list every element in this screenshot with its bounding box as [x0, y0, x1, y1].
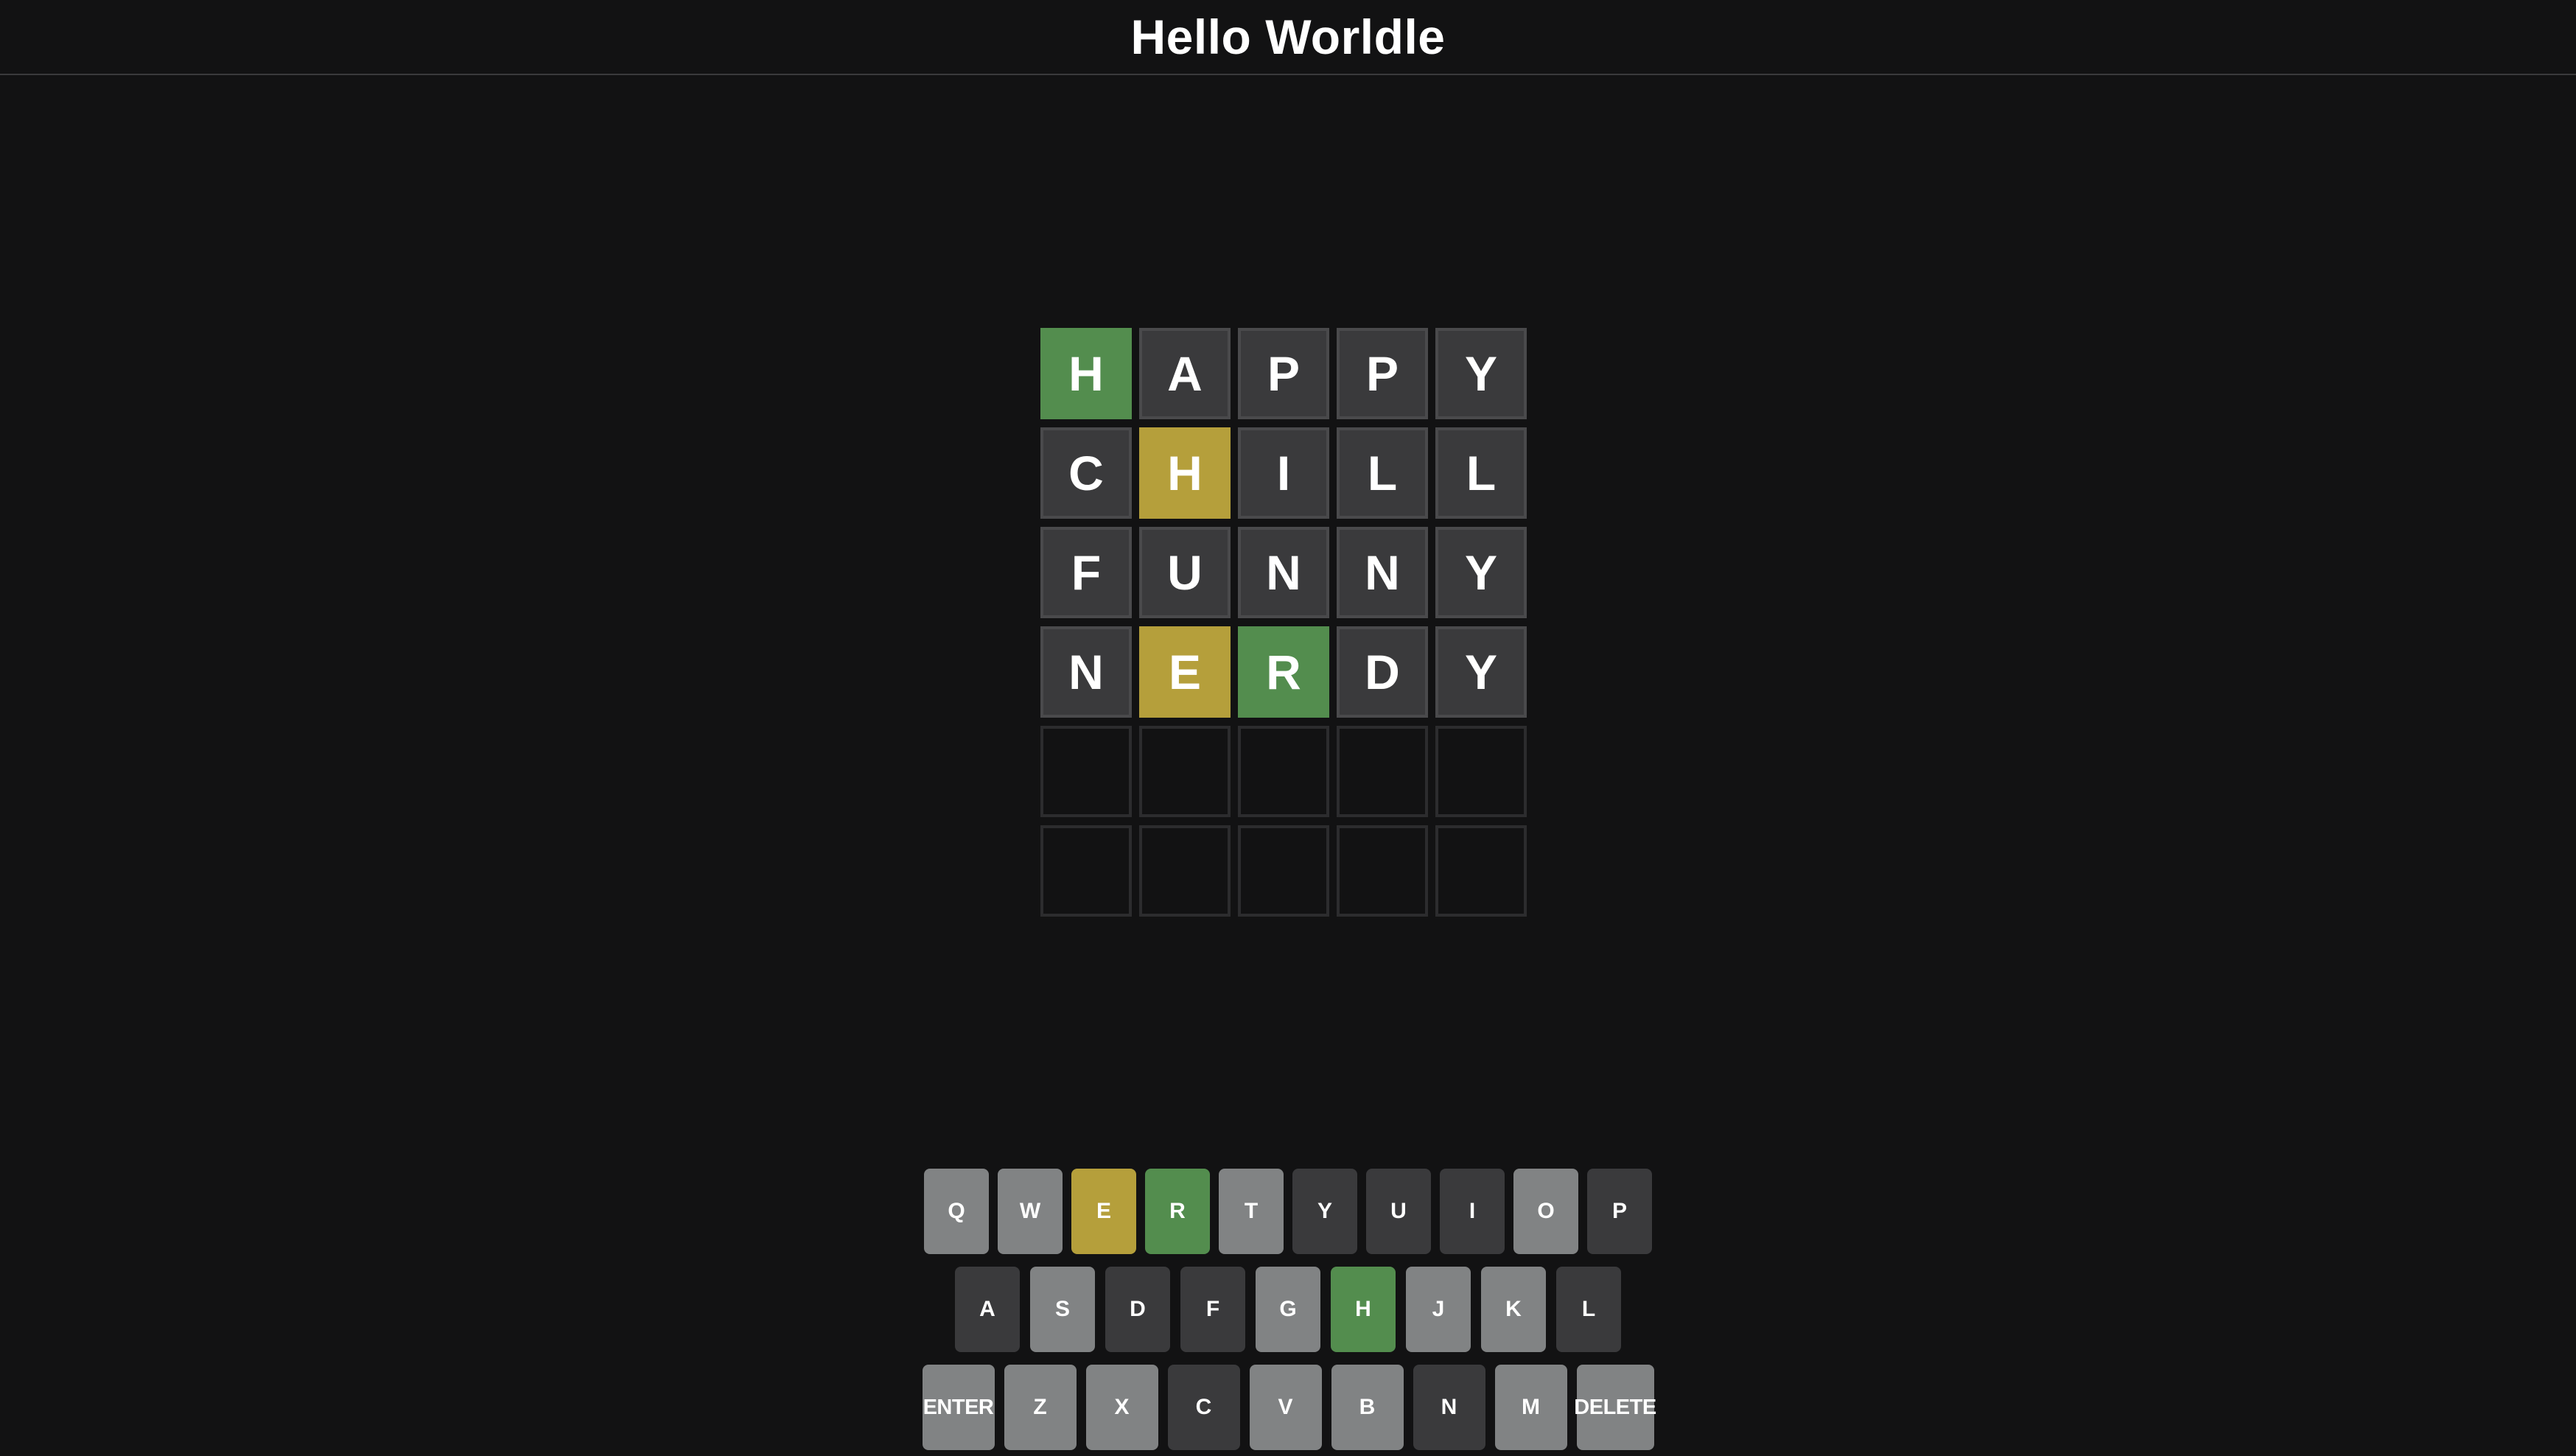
- key-l[interactable]: L: [1556, 1267, 1621, 1352]
- board-tile: P: [1238, 328, 1329, 419]
- key-z[interactable]: Z: [1004, 1365, 1077, 1450]
- board-tile: L: [1435, 427, 1527, 519]
- key-k[interactable]: K: [1481, 1267, 1546, 1352]
- key-a[interactable]: A: [955, 1267, 1020, 1352]
- board-tile: P: [1337, 328, 1428, 419]
- board-tile: [1139, 726, 1231, 817]
- key-w[interactable]: W: [998, 1169, 1063, 1254]
- key-enter[interactable]: ENTER: [922, 1365, 995, 1450]
- key-d[interactable]: D: [1105, 1267, 1170, 1352]
- key-p[interactable]: P: [1587, 1169, 1652, 1254]
- key-f[interactable]: F: [1180, 1267, 1245, 1352]
- board-tile: F: [1040, 527, 1132, 618]
- key-b[interactable]: B: [1331, 1365, 1404, 1450]
- board-tile: [1435, 726, 1527, 817]
- board-tile: H: [1139, 427, 1231, 519]
- key-s[interactable]: S: [1030, 1267, 1095, 1352]
- board-tile: [1139, 825, 1231, 917]
- board-tile: I: [1238, 427, 1329, 519]
- game-board: HAPPYCHILLFUNNYNERDY: [1040, 328, 1527, 917]
- key-v[interactable]: V: [1249, 1365, 1322, 1450]
- board-tile: [1337, 726, 1428, 817]
- board-tile: [1238, 726, 1329, 817]
- board-tile: [1040, 726, 1132, 817]
- board-tile: R: [1238, 626, 1329, 718]
- board-tile: [1435, 825, 1527, 917]
- board-tile: E: [1139, 626, 1231, 718]
- board-tile: Y: [1435, 328, 1527, 419]
- key-r[interactable]: R: [1145, 1169, 1210, 1254]
- key-c[interactable]: C: [1167, 1365, 1240, 1450]
- board-tile: H: [1040, 328, 1132, 419]
- key-u[interactable]: U: [1366, 1169, 1431, 1254]
- header: Hello Worldle: [0, 0, 2576, 75]
- page-title: Hello Worldle: [1130, 10, 1446, 64]
- key-o[interactable]: O: [1513, 1169, 1578, 1254]
- keyboard-row: QWERTYUIOP: [0, 1169, 2576, 1254]
- key-t[interactable]: T: [1219, 1169, 1284, 1254]
- keyboard-row: ENTER Z X C V B N M DELETE: [0, 1365, 2576, 1450]
- key-j[interactable]: J: [1406, 1267, 1471, 1352]
- board-tile: U: [1139, 527, 1231, 618]
- board-tile: N: [1040, 626, 1132, 718]
- board-tile: Y: [1435, 527, 1527, 618]
- board-tile: [1337, 825, 1428, 917]
- board-tile: D: [1337, 626, 1428, 718]
- key-x[interactable]: X: [1085, 1365, 1158, 1450]
- board-tile: C: [1040, 427, 1132, 519]
- keyboard-row: ASDFGHJKL: [0, 1267, 2576, 1352]
- board-tile: Y: [1435, 626, 1527, 718]
- key-e[interactable]: E: [1071, 1169, 1136, 1254]
- board-tile: A: [1139, 328, 1231, 419]
- board-tile: [1238, 825, 1329, 917]
- board-tile: N: [1238, 527, 1329, 618]
- key-h[interactable]: H: [1331, 1267, 1396, 1352]
- key-delete[interactable]: DELETE: [1574, 1365, 1656, 1450]
- board-tile: N: [1337, 527, 1428, 618]
- key-i[interactable]: I: [1440, 1169, 1505, 1254]
- key-g[interactable]: G: [1256, 1267, 1320, 1352]
- key-m[interactable]: M: [1494, 1365, 1567, 1450]
- key-q[interactable]: Q: [924, 1169, 989, 1254]
- key-y[interactable]: Y: [1292, 1169, 1357, 1254]
- board-tile: [1040, 825, 1132, 917]
- key-n[interactable]: N: [1413, 1365, 1485, 1450]
- board-tile: L: [1337, 427, 1428, 519]
